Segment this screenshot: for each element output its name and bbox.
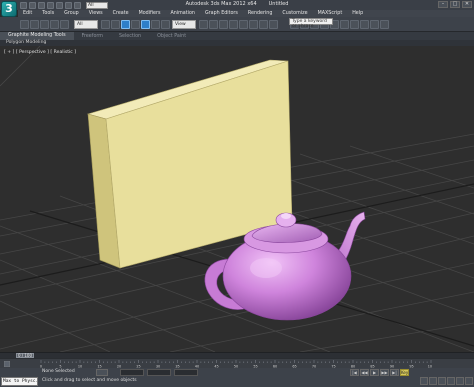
previous-frame-button[interactable]: ◀◀	[360, 369, 369, 376]
app-title: Autodesk 3ds Max 2012 x64	[185, 1, 257, 7]
zoom-all-icon[interactable]	[429, 377, 437, 385]
material-editor-icon[interactable]	[350, 20, 359, 29]
go-to-start-button[interactable]: |◀	[350, 369, 359, 376]
ribbon-tabs: Graphite Modeling Tools Freeform Selecti…	[0, 32, 474, 40]
link-tools	[20, 20, 69, 29]
unlink-icon[interactable]	[50, 20, 59, 29]
selection-lock-toggle[interactable]	[96, 369, 108, 376]
perspective-viewport[interactable]: [ + ] [ Perspective ] [ Realistic ]	[0, 46, 474, 352]
search-input[interactable]: Type a keyword or phrase	[289, 18, 333, 29]
edit-named-selection-icon[interactable]	[269, 20, 278, 29]
menu-graph-editors[interactable]: Graph Editors	[200, 11, 243, 16]
z-coordinate-field[interactable]	[174, 369, 198, 376]
tab-selection[interactable]: Selection	[111, 34, 149, 39]
menu-bar: Edit Tools Group Views Create Modifiers …	[18, 10, 474, 17]
menu-group[interactable]: Group	[59, 11, 84, 16]
window-title: Autodesk 3ds Max 2012 x64 Untitled	[0, 1, 474, 7]
render-production-icon[interactable]	[380, 20, 389, 29]
set-key-button[interactable]: Key	[400, 369, 409, 376]
link-icon[interactable]	[40, 20, 49, 29]
window-crossing-icon[interactable]	[131, 20, 140, 29]
manipulate-icon[interactable]	[209, 20, 218, 29]
selection-tools	[101, 20, 170, 29]
bind-space-warp-icon[interactable]	[60, 20, 69, 29]
play-button[interactable]: ▶	[370, 369, 379, 376]
menu-tools[interactable]: Tools	[37, 11, 59, 16]
menu-rendering[interactable]: Rendering	[243, 11, 278, 16]
maxscript-listener-input[interactable]: Max to Physc.	[1, 377, 38, 386]
maximize-viewport-icon[interactable]	[465, 377, 473, 385]
reference-coordinate-select[interactable]: View	[172, 20, 196, 29]
transform-tools	[199, 20, 278, 29]
close-button[interactable]: ✕	[462, 1, 472, 8]
mini-curve-editor-icon[interactable]	[3, 360, 11, 368]
viewport-navigation	[420, 377, 473, 385]
keyboard-shortcut-icon[interactable]	[219, 20, 228, 29]
minimize-button[interactable]: –	[438, 1, 448, 8]
tab-object-paint[interactable]: Object Paint	[149, 34, 194, 39]
zoom-extents-icon[interactable]	[438, 377, 446, 385]
select-and-scale-icon[interactable]	[161, 20, 170, 29]
select-and-move-icon[interactable]	[141, 20, 150, 29]
schematic-view-icon[interactable]	[340, 20, 349, 29]
select-by-name-icon[interactable]	[111, 20, 120, 29]
main-toolbar: All View	[0, 17, 474, 32]
tab-freeform[interactable]: Freeform	[74, 34, 111, 39]
title-bar: All Autodesk 3ds Max 2012 x64 Untitled – …	[0, 0, 474, 10]
status-bar: Max to Physc. None Selected Click and dr…	[0, 368, 474, 387]
undo-toolbar-icon[interactable]	[20, 20, 29, 29]
menu-modifiers[interactable]: Modifiers	[134, 11, 166, 16]
orbit-icon[interactable]	[456, 377, 464, 385]
select-and-rotate-icon[interactable]	[151, 20, 160, 29]
menu-create[interactable]: Create	[108, 11, 134, 16]
redo-toolbar-icon[interactable]	[30, 20, 39, 29]
viewport-scene	[0, 46, 474, 352]
menu-customize[interactable]: Customize	[277, 11, 312, 16]
pivot-center-icon[interactable]	[199, 20, 208, 29]
go-to-end-button[interactable]: ▶|	[390, 369, 399, 376]
spinner-snap-icon[interactable]	[259, 20, 268, 29]
menu-help[interactable]: Help	[347, 11, 368, 16]
tab-graphite-modeling-tools[interactable]: Graphite Modeling Tools	[0, 32, 74, 40]
angle-snap-icon[interactable]	[239, 20, 248, 29]
document-title: Untitled	[268, 1, 289, 7]
render-setup-icon[interactable]	[360, 20, 369, 29]
snaps-toggle-icon[interactable]	[229, 20, 238, 29]
next-frame-button[interactable]: ▶▶	[380, 369, 389, 376]
menu-maxscript[interactable]: MAXScript	[313, 11, 348, 16]
maximize-button[interactable]: □	[450, 1, 460, 8]
pan-icon[interactable]	[447, 377, 455, 385]
zoom-icon[interactable]	[420, 377, 428, 385]
percent-snap-icon[interactable]	[249, 20, 258, 29]
selection-status: None Selected	[42, 369, 75, 374]
viewport-label[interactable]: [ + ] [ Perspective ] [ Realistic ]	[4, 50, 76, 55]
select-object-icon[interactable]	[101, 20, 110, 29]
x-coordinate-field[interactable]	[120, 369, 144, 376]
menu-edit[interactable]: Edit	[18, 11, 37, 16]
selection-filter-select[interactable]: All	[74, 20, 98, 29]
y-coordinate-field[interactable]	[147, 369, 171, 376]
playback-controls: |◀ ◀◀ ▶ ▶▶ ▶| Key	[350, 369, 409, 376]
rendered-frame-icon[interactable]	[370, 20, 379, 29]
menu-animation[interactable]: Animation	[165, 11, 199, 16]
transform-type-in	[120, 369, 198, 376]
application-button[interactable]: 3	[1, 1, 17, 17]
track-bar[interactable]: 0 5 10 15 20 25 30 35 40 45 50 55 60 65 70 75 80 85 90 95 10…	[0, 358, 474, 368]
prompt-line: Click and drag to select and move object…	[42, 378, 137, 383]
menu-views[interactable]: Views	[84, 11, 108, 16]
track-ruler[interactable]: 0 5 10 15 20 25 30 35 40 45 50 55 60 65 70 75 80 85 90 95 10…	[40, 360, 432, 368]
rectangular-selection-icon[interactable]	[121, 20, 130, 29]
window-controls: – □ ✕	[438, 1, 472, 8]
